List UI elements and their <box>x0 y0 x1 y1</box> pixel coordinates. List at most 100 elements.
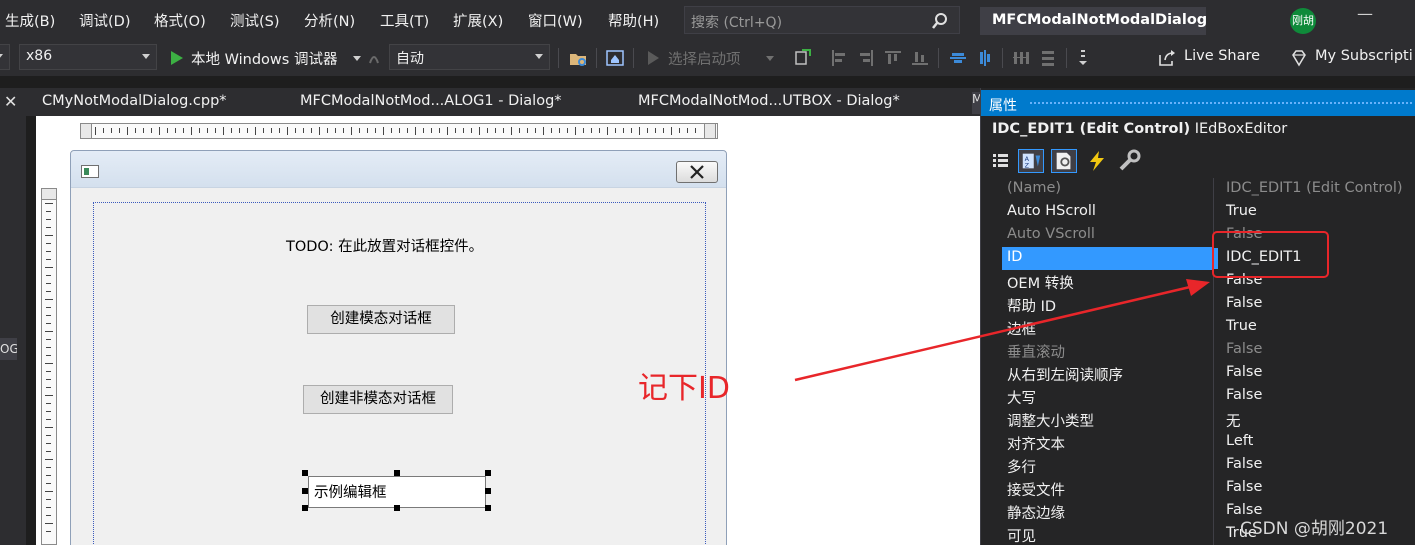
property-row[interactable]: 垂直滚动 False <box>1002 339 1415 362</box>
tab-aboutbox[interactable]: MFCModalNotMod...UTBOX - Dialog* <box>638 93 900 109</box>
open-folder-icon[interactable] <box>568 48 588 68</box>
tab-cpp-file[interactable]: CMyNotModalDialog.cpp* <box>42 93 227 109</box>
space-down-icon[interactable] <box>1038 48 1058 68</box>
more-tools-icon[interactable] <box>1073 48 1093 68</box>
config-combo-fragment[interactable] <box>0 44 10 70</box>
resize-handle[interactable] <box>394 505 400 511</box>
start-debugger-button[interactable]: 本地 Windows 调试器 <box>191 48 337 69</box>
property-value[interactable]: False <box>1226 295 1262 311</box>
property-row[interactable]: 边框 True <box>1002 316 1415 339</box>
menu-build[interactable]: 生成(B) <box>5 10 55 31</box>
ruler-knob[interactable] <box>704 123 716 139</box>
user-avatar[interactable]: 刚胡 <box>1290 8 1316 34</box>
live-share-icon[interactable] <box>1157 48 1177 68</box>
side-tab-fragment[interactable]: OG <box>0 338 17 360</box>
property-row[interactable]: 接受文件 False <box>1002 477 1415 500</box>
menu-debug[interactable]: 调试(D) <box>79 10 130 31</box>
dialog-close-button[interactable] <box>676 161 718 183</box>
property-row[interactable]: 对齐文本 Left <box>1002 431 1415 454</box>
property-row[interactable]: 大写 False <box>1002 385 1415 408</box>
resize-handle[interactable] <box>485 488 491 494</box>
property-row[interactable]: OEM 转换 False <box>1002 270 1415 293</box>
space-across-icon[interactable] <box>1011 48 1031 68</box>
align-right-icon[interactable] <box>856 48 876 68</box>
chevron-down-icon[interactable] <box>760 48 780 68</box>
properties-page-icon[interactable] <box>1051 149 1077 173</box>
property-value[interactable]: True <box>1226 318 1257 334</box>
diamond-icon[interactable] <box>1289 48 1309 68</box>
property-value[interactable]: False <box>1226 364 1262 380</box>
resize-handle[interactable] <box>485 470 491 476</box>
close-icon[interactable]: ✕ <box>4 92 17 111</box>
property-row[interactable]: (Name) IDC_EDIT1 (Edit Control) <box>1002 178 1415 201</box>
search-box[interactable]: 搜索 (Ctrl+Q) <box>684 6 960 34</box>
property-row[interactable]: Auto VScroll False <box>1002 224 1415 247</box>
config-combo[interactable]: 自动 <box>389 44 550 70</box>
dialog-client-area[interactable]: TODO: 在此放置对话框控件。 创建模态对话框 创建非模态对话框 示例编辑框 <box>76 189 721 545</box>
ruler-tick <box>46 275 51 276</box>
property-row[interactable]: ID IDC_EDIT1 <box>1002 247 1415 270</box>
menu-test[interactable]: 测试(S) <box>230 10 280 31</box>
resize-handle[interactable] <box>302 470 308 476</box>
dialog-editor-canvas[interactable]: TODO: 在此放置对话框控件。 创建模态对话框 创建非模态对话框 示例编辑框 <box>36 116 980 545</box>
minimize-icon[interactable]: — <box>1357 4 1373 23</box>
ruler-knob[interactable] <box>80 123 92 139</box>
horizontal-ruler <box>80 123 718 139</box>
resize-handle[interactable] <box>394 470 400 476</box>
subscription-button[interactable]: My Subscripti <box>1315 48 1413 64</box>
property-value[interactable]: Left <box>1226 433 1253 449</box>
property-value[interactable]: False <box>1226 456 1262 472</box>
platform-combo[interactable]: x86 <box>19 44 157 70</box>
nonmodal-dialog-button[interactable]: 创建非模态对话框 <box>303 385 453 414</box>
align-bottom-icon[interactable] <box>910 48 930 68</box>
dialog-preview[interactable]: TODO: 在此放置对话框控件。 创建模态对话框 创建非模态对话框 示例编辑框 <box>70 150 727 545</box>
menu-tools[interactable]: 工具(T) <box>380 10 429 31</box>
property-value[interactable]: True <box>1226 203 1257 219</box>
toolbar-separator <box>1002 48 1003 68</box>
modal-dialog-button[interactable]: 创建模态对话框 <box>307 305 455 334</box>
todo-static-text[interactable]: TODO: 在此放置对话框控件。 <box>286 235 483 256</box>
menu-window[interactable]: 窗口(W) <box>528 10 583 31</box>
resize-handle[interactable] <box>302 488 308 494</box>
tab-order-icon[interactable] <box>793 48 813 68</box>
property-row[interactable]: Auto HScroll True <box>1002 201 1415 224</box>
tab-dialog1[interactable]: MFCModalNotMod...ALOG1 - Dialog* <box>300 93 562 109</box>
center-vertical-icon[interactable] <box>948 48 968 68</box>
property-row[interactable]: 调整大小类型 无 <box>1002 408 1415 431</box>
tab-overflow[interactable]: M <box>972 92 980 114</box>
select-startup-item[interactable]: 选择启动项 <box>668 48 741 69</box>
alphabetical-icon[interactable]: A Z <box>1018 149 1044 173</box>
center-horizontal-icon[interactable] <box>975 48 995 68</box>
menu-extensions[interactable]: 扩展(X) <box>453 10 503 31</box>
property-row[interactable]: 多行 False <box>1002 454 1415 477</box>
play-icon[interactable] <box>167 48 187 68</box>
menu-help[interactable]: 帮助(H) <box>608 10 659 31</box>
property-value[interactable]: False <box>1226 479 1262 495</box>
align-left-icon[interactable] <box>829 48 849 68</box>
property-value[interactable]: False <box>1226 341 1262 357</box>
selected-object[interactable]: IDC_EDIT1 (Edit Control) IEdBoxEditor <box>992 121 1287 137</box>
property-value[interactable]: False <box>1226 387 1262 403</box>
home-window-icon[interactable] <box>605 48 625 68</box>
resize-handle[interactable] <box>485 505 491 511</box>
property-value[interactable]: IDC_EDIT1 (Edit Control) <box>1226 180 1403 196</box>
align-top-icon[interactable] <box>883 48 903 68</box>
sample-edit-box[interactable]: 示例编辑框 <box>308 476 486 508</box>
wrench-icon[interactable] <box>1117 149 1143 173</box>
property-row[interactable]: 从右到左阅读顺序 False <box>1002 362 1415 385</box>
property-row[interactable]: 帮助 ID False <box>1002 293 1415 316</box>
ruler-knob[interactable] <box>41 188 57 200</box>
categorized-icon[interactable] <box>991 149 1017 173</box>
menu-format[interactable]: 格式(O) <box>154 10 206 31</box>
live-share-button[interactable]: Live Share <box>1184 48 1260 64</box>
menu-analyze[interactable]: 分析(N) <box>304 10 355 31</box>
properties-header[interactable]: 属性 <box>981 90 1415 116</box>
column-divider <box>1213 500 1214 523</box>
resize-handle[interactable] <box>302 505 308 511</box>
ruler-tick <box>175 128 176 133</box>
property-value[interactable]: 无 <box>1226 410 1241 431</box>
events-icon[interactable] <box>1084 149 1110 173</box>
ruler-tick <box>46 403 51 404</box>
ruler-tick <box>455 128 456 133</box>
ruler-tick <box>487 128 488 133</box>
